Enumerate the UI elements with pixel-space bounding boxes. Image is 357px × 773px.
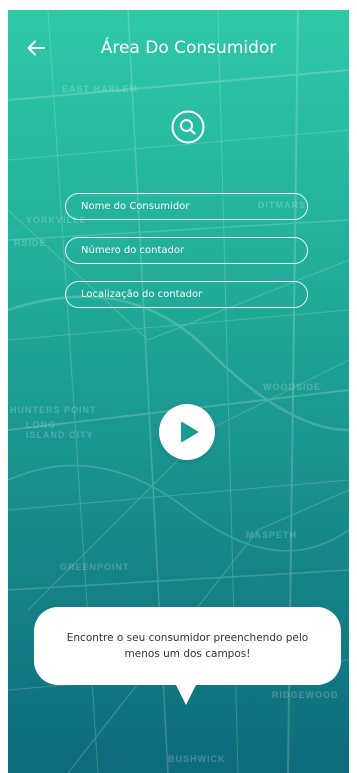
map-label: BUSHWICK bbox=[168, 754, 226, 764]
arrow-left-icon bbox=[27, 40, 45, 56]
play-icon bbox=[181, 422, 198, 442]
meter-number-input[interactable] bbox=[65, 237, 308, 264]
meter-location-input[interactable] bbox=[65, 281, 308, 308]
map-label: LONG ISLAND CITY bbox=[26, 420, 94, 440]
map-label: WOODSIDE bbox=[263, 382, 322, 392]
hint-tooltip: Encontre o seu consumidor preenchendo pe… bbox=[34, 607, 341, 685]
hint-text: Encontre o seu consumidor preenchendo pe… bbox=[66, 632, 309, 660]
map-label: HUNTERS POINT bbox=[10, 405, 97, 415]
map-label: RSIDE bbox=[14, 238, 47, 248]
back-button[interactable] bbox=[22, 36, 50, 60]
page-title: Área Do Consumidor bbox=[100, 38, 277, 58]
map-label: MASPETH bbox=[246, 530, 298, 540]
tooltip-pointer bbox=[175, 683, 197, 705]
search-submit-button[interactable] bbox=[159, 404, 215, 460]
search-icon bbox=[171, 110, 205, 144]
header: Área Do Consumidor bbox=[8, 10, 349, 86]
map-label: GREENPOINT bbox=[60, 562, 130, 572]
map-label: RIDGEWOOD bbox=[272, 690, 339, 700]
consumer-name-input[interactable] bbox=[65, 193, 308, 220]
consumer-area-screen: EAST HARLEM YORKVILLE RSIDE DITMARS WOOD… bbox=[8, 10, 349, 773]
